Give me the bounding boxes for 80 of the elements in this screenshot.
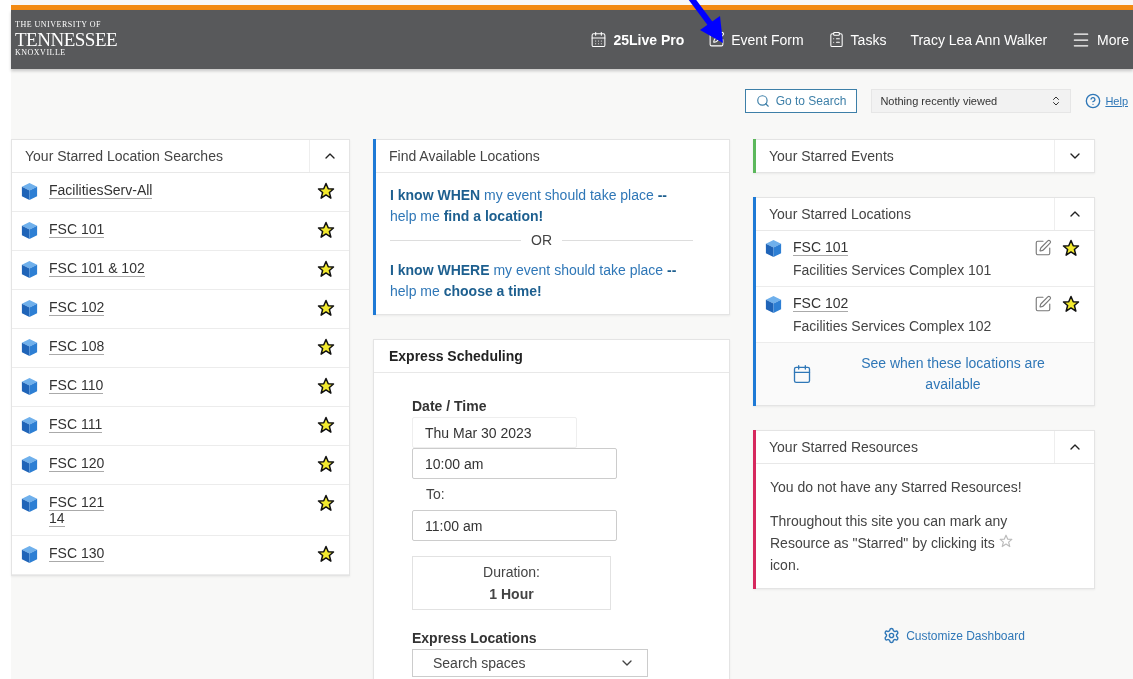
star-icon[interactable] <box>317 545 335 563</box>
edit-icon <box>1034 239 1052 257</box>
help-link[interactable]: Help <box>1085 93 1128 109</box>
cube-icon <box>764 239 783 258</box>
collapse-toggle[interactable] <box>1054 140 1094 172</box>
calendar-icon <box>792 364 812 384</box>
cube-icon <box>20 416 39 435</box>
or-separator: OR <box>531 232 552 248</box>
help-icon <box>1085 93 1102 109</box>
cube-icon <box>20 260 39 279</box>
go-to-search-button[interactable]: Go to Search <box>744 89 858 113</box>
cube-icon <box>20 299 39 318</box>
edit-icon <box>1034 295 1052 313</box>
search-link[interactable]: FSC 101 & 102 <box>49 260 307 276</box>
collapse-toggle[interactable] <box>1054 198 1094 230</box>
star-icon[interactable] <box>317 494 335 512</box>
to-label: To: <box>426 486 446 502</box>
calendar-icon <box>590 31 608 48</box>
card-title: Your Starred Locations <box>768 206 911 222</box>
location-link[interactable]: FSC 101 <box>793 239 1024 255</box>
nav-link[interactable]: 25Live Pro <box>590 31 685 48</box>
star-icon[interactable] <box>1062 295 1080 313</box>
search-link[interactable]: FSC 121 14 <box>49 494 307 526</box>
cube-icon <box>20 338 39 357</box>
search-link[interactable]: FSC 108 <box>49 338 307 354</box>
choose-time-link[interactable]: I know WHERE my event should take place -- help me choose a time! <box>390 260 693 302</box>
star-icon[interactable] <box>317 455 335 473</box>
star-icon[interactable] <box>317 377 335 395</box>
card-title: Express Scheduling <box>388 348 523 364</box>
nav-link[interactable]: Tracy Lea Ann Walker <box>910 31 1048 48</box>
duration-label: Duration: <box>483 564 540 580</box>
university-logo: THE UNIVERSITY OF TENNESSEE KNOXVILLE <box>14 19 119 60</box>
end-time-field[interactable]: 11:00 am <box>412 510 617 541</box>
recent-dropdown[interactable]: Nothing recently viewed <box>871 89 1072 113</box>
empty-message: You do not have any Starred Resources! <box>770 478 1023 497</box>
cube-icon <box>20 182 39 201</box>
search-link[interactable]: FSC 111 <box>49 416 307 432</box>
customize-dashboard-link[interactable]: Customize Dashboard <box>883 627 1025 644</box>
star-icon[interactable] <box>998 534 1013 548</box>
star-icon[interactable] <box>1062 239 1080 257</box>
star-icon[interactable] <box>317 221 335 239</box>
cube-icon <box>20 494 39 513</box>
star-icon[interactable] <box>317 299 335 317</box>
card-title: Find Available Locations <box>388 148 540 164</box>
location-link[interactable]: FSC 102 <box>793 295 1024 311</box>
search-link[interactable]: FSC 120 <box>49 455 307 471</box>
star-icon[interactable] <box>317 416 335 434</box>
search-link[interactable]: FSC 130 <box>49 545 307 561</box>
hint-text: Throughout this site you can mark any Resource as "Starred" by clicking its icon. <box>770 510 1044 576</box>
cube-icon <box>20 377 39 396</box>
search-link[interactable]: FSC 110 <box>49 377 307 393</box>
field-label: Date / Time <box>412 398 488 414</box>
cube-icon <box>20 545 39 564</box>
settings-icon <box>883 627 901 644</box>
clipboard-icon <box>827 31 845 48</box>
location-description: Facilities Services Complex 101 <box>793 262 993 278</box>
card-title: Your Starred Location Searches <box>24 148 223 164</box>
collapse-toggle[interactable] <box>1054 431 1094 463</box>
collapse-toggle[interactable] <box>309 140 349 172</box>
search-link[interactable]: FSC 101 <box>49 221 307 237</box>
search-link[interactable]: FSC 102 <box>49 299 307 315</box>
start-time-field[interactable]: 10:00 am <box>412 448 617 479</box>
search-link[interactable]: FacilitiesServ-All <box>49 182 307 198</box>
duration-value: 1 Hour <box>489 586 534 602</box>
cube-icon <box>20 221 39 240</box>
date-field[interactable]: Thu Mar 30 2023 <box>412 417 577 448</box>
search-icon <box>755 94 770 108</box>
nav-link[interactable]: Tasks <box>827 31 887 48</box>
cube-icon <box>20 455 39 474</box>
star-icon[interactable] <box>317 182 335 200</box>
field-label: Express Locations <box>412 630 538 646</box>
star-icon[interactable] <box>317 260 335 278</box>
card-title: Your Starred Resources <box>768 439 918 455</box>
nav-link[interactable]: More <box>1071 29 1129 50</box>
card-title: Your Starred Events <box>768 148 894 164</box>
cube-icon <box>764 295 783 314</box>
locations-select[interactable]: Search spaces <box>412 649 648 677</box>
location-description: Facilities Services Complex 102 <box>793 318 993 334</box>
find-location-link[interactable]: I know WHEN my event should take place -- help me find a location! <box>390 185 693 227</box>
star-icon[interactable] <box>317 338 335 356</box>
